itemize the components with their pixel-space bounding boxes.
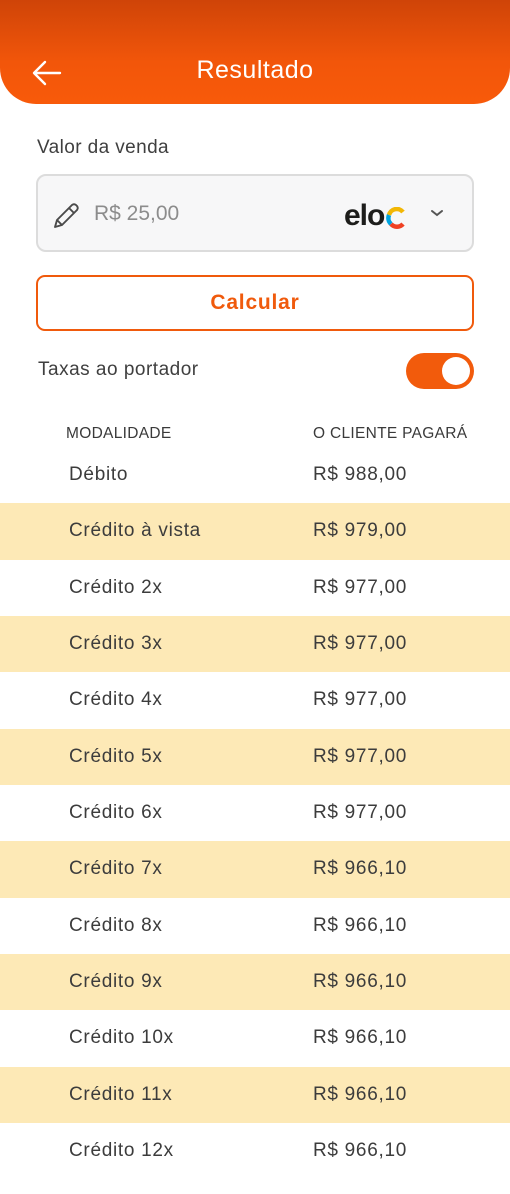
row-amount: R$ 977,00: [313, 633, 407, 655]
row-amount: R$ 966,10: [313, 1027, 407, 1049]
table-row: Crédito 2x R$ 977,00: [0, 560, 510, 616]
table-row: Crédito 4x R$ 977,00: [0, 672, 510, 728]
row-mode: Crédito à vista: [69, 520, 201, 542]
sale-value-label: Valor da venda: [37, 137, 170, 158]
rates-table: Débito R$ 988,00 Crédito à vista R$ 979,00…: [0, 447, 510, 1179]
table-row: Crédito 12x R$ 966,10: [0, 1123, 510, 1179]
table-row: Crédito à vista R$ 979,00: [0, 503, 510, 560]
card-brand-select[interactable]: elo: [344, 196, 444, 232]
table-row: Crédito 11x R$ 966,10: [0, 1066, 510, 1124]
row-mode: Crédito 2x: [69, 576, 163, 598]
toggle-knob: [442, 357, 470, 385]
row-amount: R$ 977,00: [313, 745, 407, 767]
row-mode: Crédito 3x: [69, 633, 163, 655]
column-header-mode: MODALIDADE: [66, 425, 172, 442]
chevron-down-icon: [431, 210, 443, 217]
row-mode: Crédito 4x: [69, 689, 163, 711]
carrier-fees-label: Taxas ao portador: [38, 359, 199, 380]
row-mode: Crédito 11x: [69, 1083, 173, 1105]
table-row: Crédito 8x R$ 966,10: [0, 898, 510, 954]
table-row: Crédito 9x R$ 966,10: [0, 954, 510, 1011]
sale-value-input[interactable]: [94, 198, 314, 230]
row-amount: R$ 979,00: [313, 520, 407, 542]
row-amount: R$ 977,00: [313, 802, 407, 824]
page-title: Resultado: [196, 56, 314, 84]
elo-logo-text: elo: [344, 199, 385, 232]
row-amount: R$ 966,10: [313, 858, 407, 880]
pencil-icon: [54, 203, 79, 228]
elo-ring-icon: [386, 206, 406, 229]
row-mode: Crédito 7x: [69, 858, 163, 880]
row-mode: Débito: [69, 464, 129, 485]
row-mode: Crédito 5x: [69, 745, 163, 767]
table-row: Crédito 5x R$ 977,00: [0, 728, 510, 786]
row-amount: R$ 966,10: [313, 1140, 407, 1162]
elo-logo: elo: [344, 199, 407, 232]
row-amount: R$ 966,10: [313, 1083, 407, 1105]
column-header-amount: O CLIENTE PAGARÁ: [313, 425, 468, 442]
row-mode: Crédito 12x: [69, 1140, 174, 1162]
table-row: Débito R$ 988,00: [0, 447, 510, 503]
row-mode: Crédito 9x: [69, 971, 163, 993]
row-mode: Crédito 8x: [69, 914, 163, 936]
row-mode: Crédito 6x: [69, 802, 163, 824]
app-header: Resultado: [0, 0, 510, 104]
table-row: Crédito 6x R$ 977,00: [0, 785, 510, 841]
sale-value-field: elo: [36, 174, 474, 252]
row-amount: R$ 977,00: [313, 576, 407, 598]
row-amount: R$ 977,00: [313, 689, 407, 711]
table-row: Crédito 10x R$ 966,10: [0, 1010, 510, 1066]
carrier-fees-toggle[interactable]: [406, 353, 474, 389]
row-mode: Crédito 10x: [69, 1027, 174, 1049]
row-amount: R$ 966,10: [313, 971, 407, 993]
row-amount: R$ 988,00: [313, 464, 407, 485]
table-row: Crédito 3x R$ 977,00: [0, 616, 510, 673]
row-amount: R$ 966,10: [313, 914, 407, 936]
table-row: Crédito 7x R$ 966,10: [0, 841, 510, 898]
calculate-button[interactable]: Calcular: [36, 275, 474, 331]
